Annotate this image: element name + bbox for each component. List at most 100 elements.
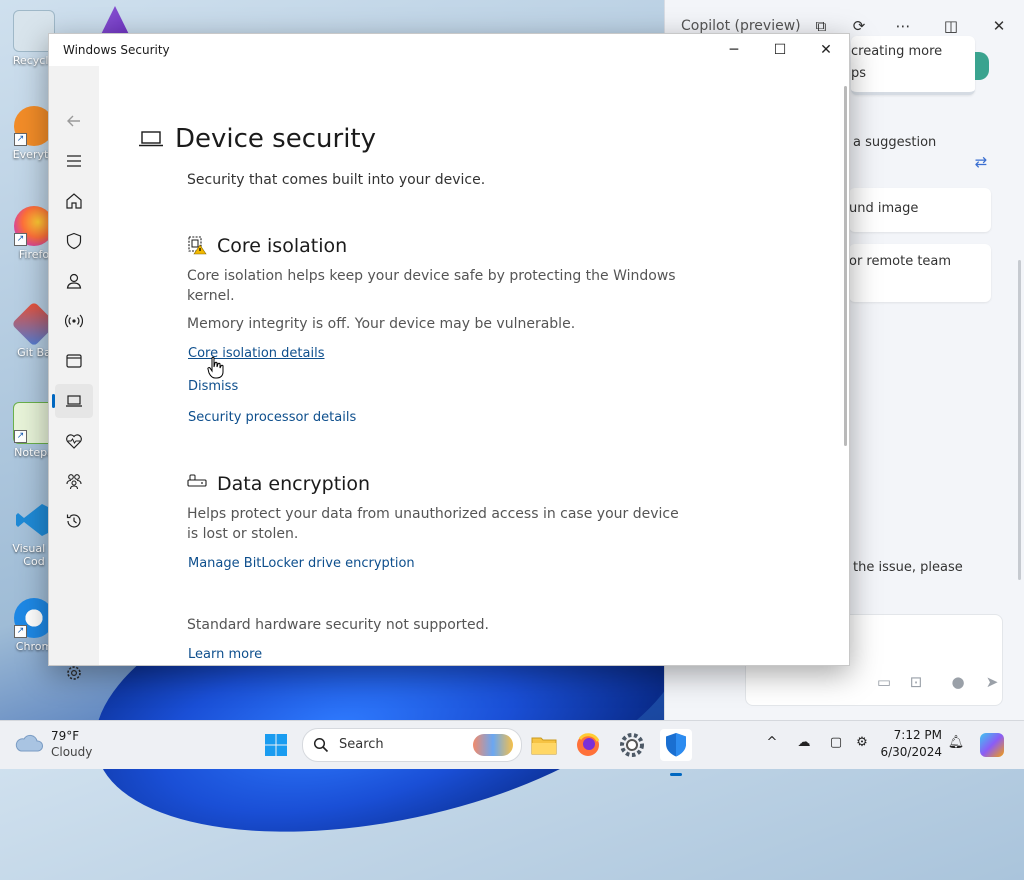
settings-icon [67,666,81,680]
hand-cursor-icon [207,356,224,379]
maximize-button[interactable]: ☐ [757,34,803,66]
display-icon[interactable]: ▢ [826,735,846,755]
content-scrollbar[interactable] [844,86,847,446]
weather-cloud-icon[interactable] [14,731,44,757]
nav-app-browser-control[interactable] [55,344,93,378]
split-view-icon[interactable]: ◫ [939,14,963,38]
drive-lock-icon [187,474,207,487]
nav-firewall[interactable] [55,304,93,338]
copilot-card-accent [975,52,989,80]
notification-bell-icon[interactable]: 🔔︎ [946,735,966,755]
settings-icon [620,733,644,757]
person-icon [66,273,82,289]
show-hidden-icons-chevron-icon[interactable]: ^ [762,735,782,755]
core-isolation-heading: Core isolation [217,235,348,257]
copilot-text: the issue, please [853,560,963,575]
window-titlebar[interactable]: Windows Security ─ ☐ ✕ [49,34,849,66]
nav-device-security[interactable] [52,384,93,418]
clock-date: 6/30/2024 [880,745,942,759]
copilot-text: und image [849,201,919,216]
nav-account-protection[interactable] [55,264,93,298]
taskbar-search-box[interactable]: Search [302,728,522,762]
copilot-text: or remote team [849,254,952,269]
manage-bitlocker-link[interactable]: Manage BitLocker drive encryption [188,556,415,571]
close-icon[interactable]: ✕ [987,14,1011,38]
learn-more-link[interactable]: Learn more [188,647,262,662]
taskbar-windows-security[interactable] [660,729,692,776]
nav-virus-protection[interactable] [55,224,93,258]
firefox-icon [577,733,600,756]
copilot-message-card: creating more ps [851,36,989,95]
taskbar: 79°F Cloudy Search ^ ☁ ▢ ⚙ 7:12 PM 6/30/… [0,720,1024,776]
nav-sidebar [49,66,99,680]
clock-time: 7:12 PM [893,728,942,742]
shortcut-arrow-icon: ↗ [14,233,27,246]
data-encryption-description: Helps protect your data from unauthorize… [187,506,679,542]
file-explorer-icon [531,737,557,755]
screenshot-icon[interactable]: ⊡ [906,673,926,693]
image-icon[interactable]: ▭ [874,673,894,693]
windows-security-window: Windows Security ─ ☐ ✕ Device security S… [48,33,850,680]
copilot-text: creating more [851,44,943,59]
page-subtitle: Security that comes built into your devi… [187,172,486,188]
hardware-security-status: Standard hardware security not supported… [187,617,489,633]
weather-temperature[interactable]: 79°F [51,729,79,743]
window-title: Windows Security [63,43,170,57]
laptop-icon [66,395,82,407]
copilot-icon[interactable] [980,733,1004,757]
copilot-text: ps [851,66,867,81]
copilot-scrollbar[interactable] [1018,260,1021,580]
nav-home[interactable] [55,184,93,218]
search-icon [313,737,329,753]
taskbar-firefox[interactable] [572,729,604,761]
app-browser-icon [66,354,82,368]
nav-protection-history[interactable] [55,504,93,538]
desktop-icon-label: Chrom [15,640,53,653]
visual-studio-icon[interactable] [101,6,129,34]
core-isolation-warning-icon [188,236,207,255]
nav-device-performance[interactable] [55,424,93,458]
send-icon[interactable]: ➤ [982,673,1002,693]
data-encryption-heading: Data encryption [217,473,371,495]
active-indicator [670,773,682,776]
security-processor-details-link[interactable]: Security processor details [188,410,356,425]
page-title: Device security [175,124,376,154]
family-icon [66,474,82,490]
history-icon [66,514,81,528]
network-icon[interactable]: ⚙ [852,735,872,755]
taskbar-settings[interactable] [616,729,648,761]
dismiss-link[interactable]: Dismiss [188,379,238,394]
minimize-button[interactable]: ─ [711,34,757,66]
windows-security-icon [666,733,686,757]
wifi-icon [65,314,83,328]
taskbar-file-explorer[interactable] [528,729,560,761]
shortcut-arrow-icon: ↗ [14,625,27,638]
start-button[interactable] [260,729,292,761]
main-content: Device security Security that comes buil… [99,66,849,665]
laptop-icon [139,131,163,147]
copilot-title: Copilot (preview) [681,18,801,34]
copilot-suggestion-label: a suggestion [853,135,937,150]
taskbar-clock[interactable]: 7:12 PM 6/30/2024 [880,727,942,761]
close-button[interactable]: ✕ [803,34,849,66]
weather-condition[interactable]: Cloudy [51,745,92,759]
windows-start-icon [265,734,287,756]
home-icon [66,193,82,209]
microphone-icon[interactable]: ● [948,673,968,693]
menu-icon [67,155,81,167]
search-highlight-icon [473,734,513,756]
core-isolation-description: Core isolation helps keep your device sa… [187,268,676,304]
copilot-suggestion-card[interactable]: und image [849,188,991,232]
copilot-suggestion-card[interactable]: or remote team [849,244,991,302]
shortcut-arrow-icon: ↗ [14,430,27,443]
back-button[interactable] [55,104,93,138]
desktop-icon-label: Git Ba [17,346,51,359]
shield-icon [66,232,82,250]
nav-family-options[interactable] [55,464,93,498]
menu-button[interactable] [55,144,93,178]
refresh-suggestions-icon[interactable]: ⇄ [969,150,993,174]
more-options-icon[interactable]: ⋯ [891,14,915,38]
onedrive-offline-icon[interactable]: ☁ [794,735,814,755]
nav-settings[interactable] [55,656,93,690]
refresh-icon[interactable]: ⟳ [847,14,871,38]
